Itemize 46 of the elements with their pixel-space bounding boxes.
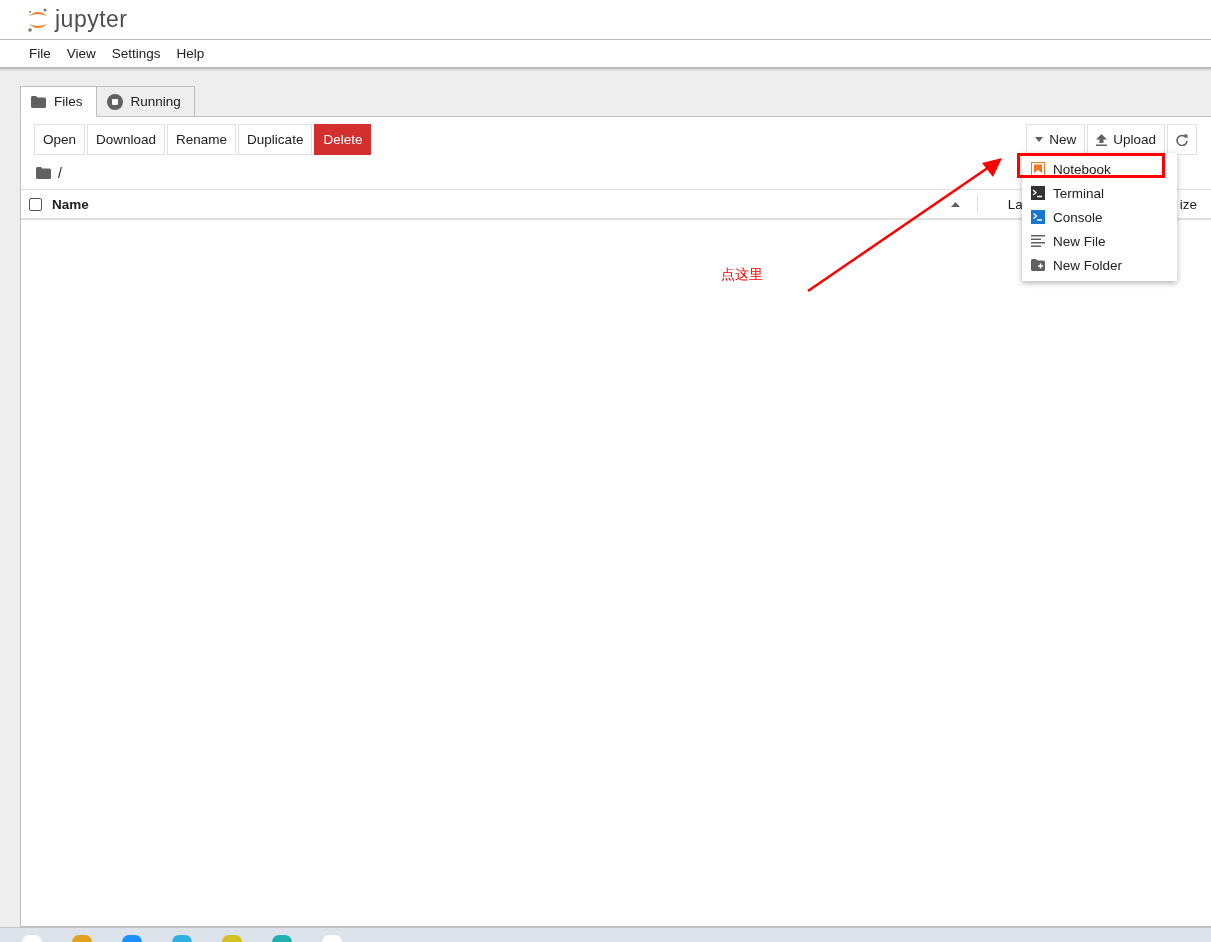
- folder-icon: [31, 95, 46, 108]
- toolbar-button[interactable]: Open: [34, 124, 86, 155]
- checkbox[interactable]: [29, 197, 42, 211]
- menu-item[interactable]: View: [58, 46, 104, 61]
- taskbar-icon[interactable]: [272, 935, 292, 942]
- menu-item[interactable]: New Folder: [1053, 257, 1123, 273]
- menu-item[interactable]: Help: [168, 46, 213, 61]
- toolbar-button[interactable]: Delete: [314, 124, 372, 155]
- terminal-icon: [1031, 186, 1045, 200]
- refresh-icon: [1176, 133, 1188, 146]
- tab[interactable]: Files: [20, 86, 97, 117]
- annotation-text: 点这里: [721, 266, 763, 284]
- new-folder-icon: [1031, 259, 1045, 271]
- upload-icon: [1096, 133, 1108, 146]
- new-dropdown-button[interactable]: New: [1026, 124, 1086, 155]
- column-header[interactable]: La: [1007, 196, 1023, 212]
- folder-icon: [36, 167, 51, 179]
- console-icon: [1031, 210, 1045, 224]
- logo-icon: [27, 6, 49, 33]
- menu-item[interactable]: Settings: [103, 46, 169, 61]
- taskbar-icon[interactable]: [122, 935, 142, 942]
- menu-item[interactable]: New File: [1053, 233, 1106, 249]
- breadcrumb-path[interactable]: /: [58, 165, 62, 181]
- sort-arrow-icon: [950, 201, 960, 207]
- taskbar-icon[interactable]: [322, 935, 342, 942]
- toolbar-button[interactable]: Duplicate: [238, 124, 313, 155]
- taskbar-icon[interactable]: [222, 935, 242, 942]
- notebook-icon: [1031, 162, 1045, 176]
- menu-item[interactable]: File: [21, 46, 59, 61]
- column-header[interactable]: Name: [52, 196, 951, 212]
- stop-circle-icon: [106, 93, 123, 110]
- menu-item[interactable]: Notebook: [1053, 161, 1111, 177]
- menu-item[interactable]: Console: [1053, 209, 1103, 225]
- menu-item[interactable]: Terminal: [1053, 185, 1104, 201]
- toolbar-button[interactable]: Rename: [167, 124, 237, 155]
- taskbar-icon[interactable]: [172, 935, 192, 942]
- upload-button[interactable]: Upload: [1087, 124, 1165, 155]
- column-header[interactable]: ize: [1179, 196, 1197, 212]
- text-file-icon: [1031, 235, 1045, 247]
- refresh-button[interactable]: [1167, 124, 1197, 155]
- tab[interactable]: Running: [95, 86, 195, 117]
- taskbar-icon[interactable]: [22, 935, 42, 942]
- logo-text: jupyter: [55, 6, 128, 33]
- caret-icon: [1035, 137, 1044, 142]
- taskbar-icon[interactable]: [72, 935, 92, 942]
- toolbar-button[interactable]: Download: [87, 124, 166, 155]
